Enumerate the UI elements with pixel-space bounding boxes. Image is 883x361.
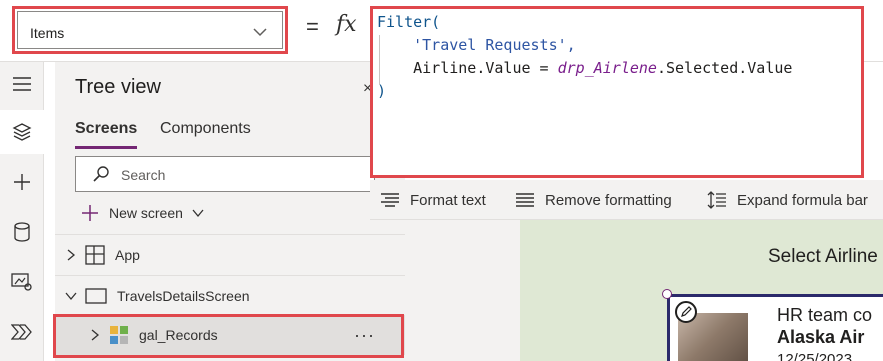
expand-formula-bar-label: Expand formula bar [737,191,868,209]
tree-view-button[interactable] [0,110,44,154]
expand-icon [707,191,726,209]
tree-search-input[interactable]: Search [75,156,375,192]
formula-line-4: ) [377,80,857,103]
formula-line-3: Airline.Value = drp_Airlene.Selected.Val… [377,57,857,80]
format-text-icon [381,193,399,207]
gallery-control[interactable]: HR team co Alaska Air 12/25/2023 [667,294,883,361]
new-screen-label: New screen [109,205,183,221]
gallery-subtitle: Alaska Air [777,327,865,347]
media-button[interactable] [0,260,44,304]
chevron-right-icon [67,249,76,260]
formula-line-2: 'Travel Requests', [377,34,857,57]
powerapps-studio: Items = fx Filter( 'Travel Requests', Ai… [0,0,883,361]
insert-button[interactable] [0,160,44,204]
gallery-date: 12/25/2023 [777,351,853,361]
formula-field: Airline.Value = [413,59,558,77]
format-text-label: Format text [410,191,486,209]
chevron-down-icon [65,292,77,300]
formula-toolbar: Format text Remove formatting Expand for… [370,180,883,220]
power-automate-icon [11,324,32,340]
tree-item-label: TravelsDetailsScreen [117,287,250,304]
pencil-icon [681,306,692,317]
indent-guide [379,35,380,85]
expand-formula-bar-button[interactable]: Expand formula bar [707,190,868,210]
plus-icon [82,205,98,221]
hamburger-menu-button[interactable] [0,62,44,106]
format-text-button[interactable]: Format text [380,190,486,210]
data-button[interactable] [0,210,44,254]
new-screen-button[interactable]: New screen [81,203,205,223]
remove-formatting-label: Remove formatting [545,191,672,209]
property-dropdown[interactable]: Items [12,6,288,54]
search-icon [93,166,109,182]
database-icon [14,222,30,242]
layers-icon [12,123,32,141]
formula-control-ref: drp_Airlene [557,59,657,77]
tree-item-screen[interactable]: TravelsDetailsScreen [55,275,405,315]
property-dropdown-box: Items [17,11,283,49]
fx-icon: fx [336,12,357,37]
formula-property: .Selected.Value [656,59,793,77]
formula-line-1: Filter( [377,11,857,34]
media-icon [11,273,32,291]
remove-formatting-button[interactable]: Remove formatting [515,190,672,210]
active-tab-indicator [75,146,137,149]
gallery-title: HR team co [777,305,873,325]
selected-item-highlight [53,314,404,358]
tree-view-title: Tree view [75,76,161,98]
equals-sign: = [306,14,319,39]
tab-components[interactable]: Components [160,120,251,138]
resize-handle[interactable] [662,289,672,299]
edit-icon[interactable] [675,301,697,323]
tab-screens[interactable]: Screens [75,120,137,138]
left-rail [0,62,44,361]
app-icon [85,244,105,265]
formula-datasource: 'Travel Requests', [413,36,576,54]
chevron-down-icon [253,28,267,37]
chevron-down-icon [192,209,204,218]
canvas-title: Select Airline [768,246,878,267]
formula-editor[interactable]: Filter( 'Travel Requests', Airline.Value… [370,6,864,178]
screen-icon [85,287,107,304]
search-placeholder: Search [121,167,166,183]
power-automate-button[interactable] [0,310,44,354]
property-dropdown-value: Items [30,25,65,41]
remove-formatting-icon [516,193,534,207]
plus-icon [14,174,30,190]
tree-item-app[interactable]: App [55,234,405,274]
formula-function: Filter( [377,13,441,31]
hamburger-icon [13,77,31,91]
tree-item-label: App [115,246,140,263]
